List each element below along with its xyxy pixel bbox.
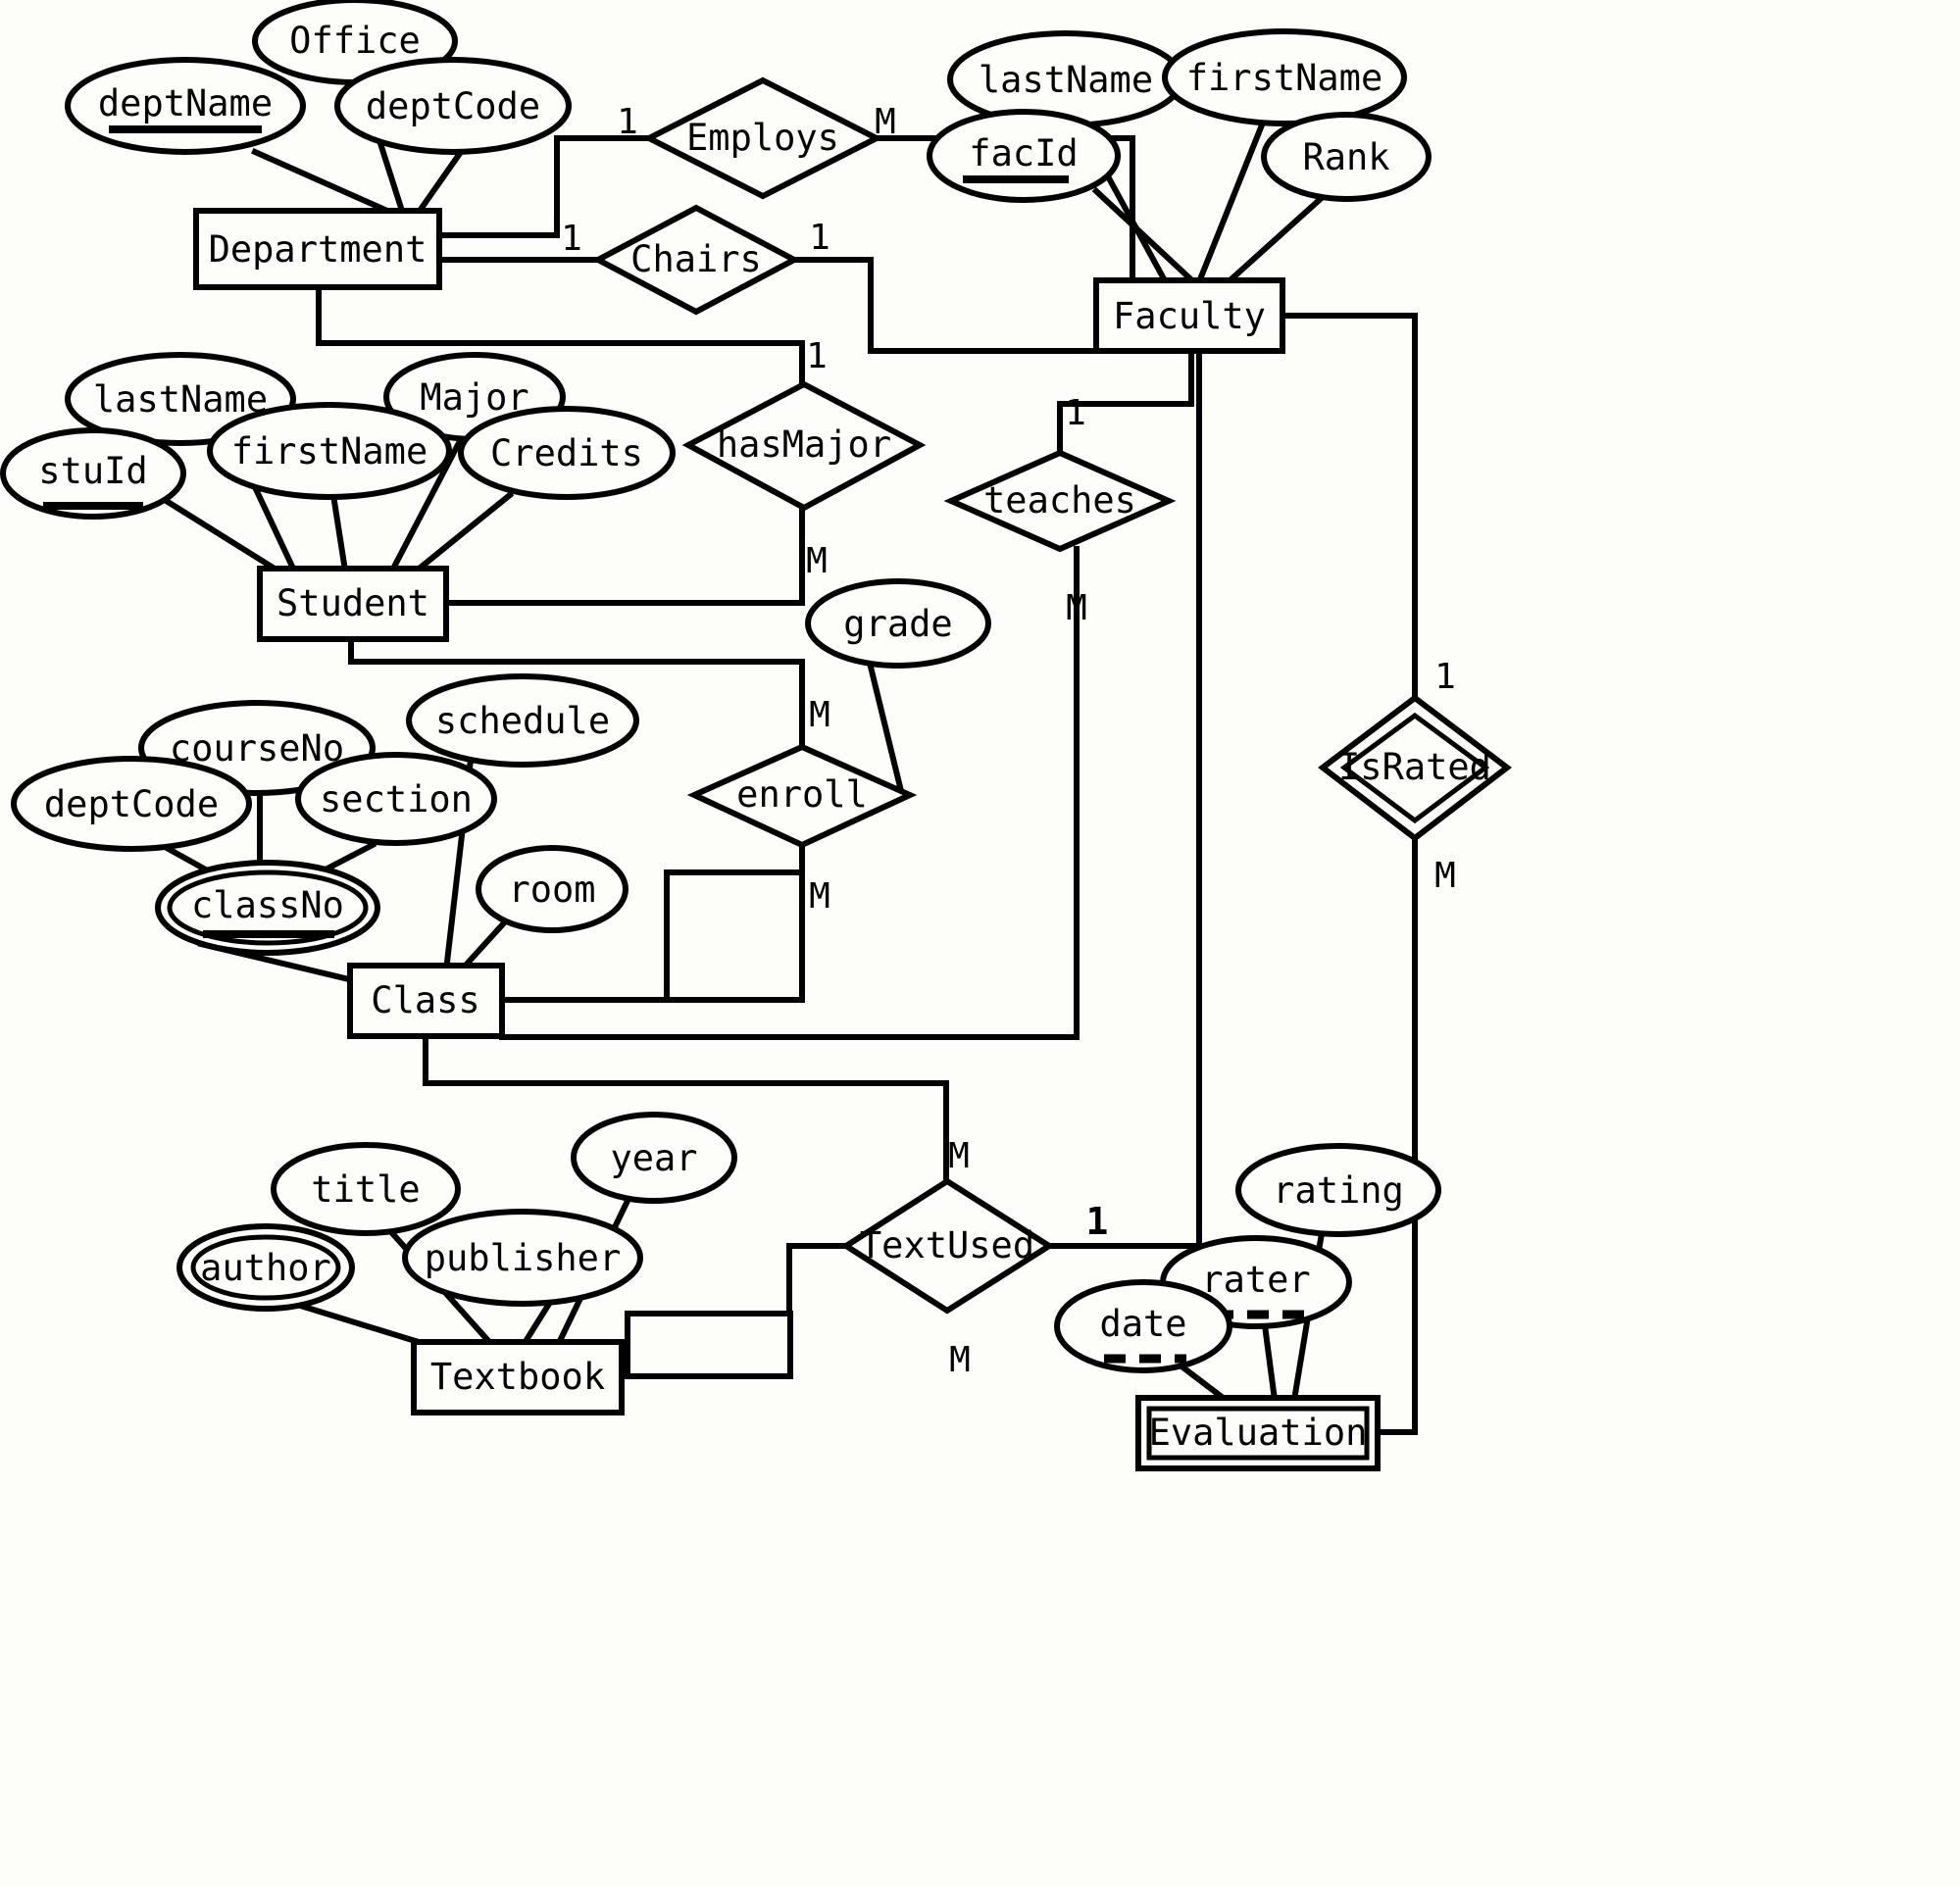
attribute-label: title [311,1168,420,1211]
attribute-deptname[interactable]: deptName [65,57,306,155]
attribute-label: firstName [1186,57,1382,99]
relationship-chairs[interactable]: Chairs [591,204,801,316]
attribute-label: room [508,869,595,911]
cardinality-label: 1 [1434,657,1456,697]
relationship-label: Employs [686,117,839,159]
attribute-label: lastName [979,59,1153,101]
entity-evaluation[interactable]: Evaluation [1135,1395,1381,1471]
entity-label: Faculty [1113,295,1266,337]
attribute-firstname-student[interactable]: firstName [207,402,452,500]
cardinality-label: 1 [806,336,828,376]
attribute-label: facId [969,132,1078,174]
attribute-label: deptCode [44,783,219,825]
cardinality-label: M [809,876,830,917]
cardinality-label: M [949,1340,971,1380]
attribute-label: rating [1273,1169,1404,1212]
attribute-label: grade [843,603,952,645]
cardinality-label: 1 [1086,1200,1109,1243]
attribute-label: Credits [490,432,643,474]
attribute-label: deptCode [366,85,540,127]
attribute-label: firstName [231,430,427,472]
er-diagram-svg: Employs Chairs hasMajor teaches enroll T… [0,0,1512,1471]
attribute-label: lastName [93,378,268,421]
cardinality-label: M [1066,588,1087,628]
cardinality-label: 1 [561,219,582,259]
relationship-label: IsRated [1338,746,1491,788]
attribute-label: Rank [1302,136,1389,178]
relationship-label: teaches [983,479,1136,521]
entity-label: Student [276,582,429,624]
entity-student[interactable]: Student [257,566,449,642]
er-diagram-canvas: Employs Chairs hasMajor teaches enroll T… [0,0,1960,1887]
cardinality-label: M [809,695,830,735]
attribute-rank[interactable]: Rank [1261,112,1432,202]
entity-faculty[interactable]: Faculty [1093,277,1285,354]
attribute-label: year [610,1137,697,1179]
attribute-lastname-faculty[interactable]: lastName [947,30,1184,128]
attribute-deptcode-department[interactable]: deptCode [334,57,572,155]
attribute-rating[interactable]: rating [1235,1143,1441,1237]
cardinality-label: 1 [1065,393,1086,433]
attribute-label: author [200,1247,331,1289]
attribute-facid[interactable]: facId [927,109,1121,203]
relationship-israted[interactable]: IsRated [1318,694,1512,842]
entity-label: Evaluation [1149,1412,1368,1454]
cardinality-label: M [806,541,828,581]
cardinality-label: 1 [617,102,638,142]
entity-textbook[interactable]: Textbook [411,1339,625,1415]
relationship-teaches[interactable]: teaches [943,449,1177,553]
entity-label: Class [371,979,479,1021]
attribute-label: section [320,778,473,820]
relationship-label: hasMajor [717,423,891,466]
attribute-firstname-faculty[interactable]: firstName [1162,28,1407,126]
relationship-hasmajor[interactable]: hasMajor [681,380,927,512]
attribute-label: rater [1201,1259,1310,1301]
entity-label: Department [209,228,427,271]
relationship-textused[interactable]: TextUsed [840,1177,1055,1315]
relationship-label: enroll [736,773,868,816]
attribute-grade[interactable]: grade [805,578,991,669]
relationship-label: Chairs [630,238,762,280]
entity-class[interactable]: Class [347,963,505,1039]
attribute-publisher[interactable]: publisher [402,1209,643,1307]
attribute-label: deptName [98,82,273,124]
attribute-classno[interactable]: classNo [155,860,380,956]
attribute-date[interactable]: date [1054,1279,1232,1373]
attribute-room[interactable]: room [476,845,628,933]
attribute-section[interactable]: section [295,752,497,846]
attribute-deptcode-class[interactable]: deptCode [11,756,252,852]
attribute-credits[interactable]: Credits [458,406,676,500]
attribute-label: stuId [38,450,147,492]
cardinality-label: M [948,1136,970,1176]
cardinality-label: M [1434,856,1456,896]
attribute-label: publisher [425,1237,621,1279]
relationship-employs[interactable]: Employs [642,76,883,200]
relationship-label: TextUsed [860,1224,1034,1266]
attribute-stuid[interactable]: stuId [0,427,186,520]
cardinality-label: M [875,102,896,142]
entity-label: Textbook [430,1356,605,1398]
attribute-author[interactable]: author [176,1223,355,1312]
attribute-label: date [1099,1303,1186,1345]
relationship-enroll[interactable]: enroll [686,743,918,849]
attribute-label: schedule [435,700,610,742]
attribute-label: Office [289,20,421,62]
attribute-label: classNo [191,884,344,926]
attribute-schedule[interactable]: schedule [406,673,639,768]
cardinality-label: 1 [809,218,830,258]
attribute-title[interactable]: title [271,1142,461,1236]
attribute-year[interactable]: year [571,1112,737,1204]
entity-department[interactable]: Department [193,208,442,290]
